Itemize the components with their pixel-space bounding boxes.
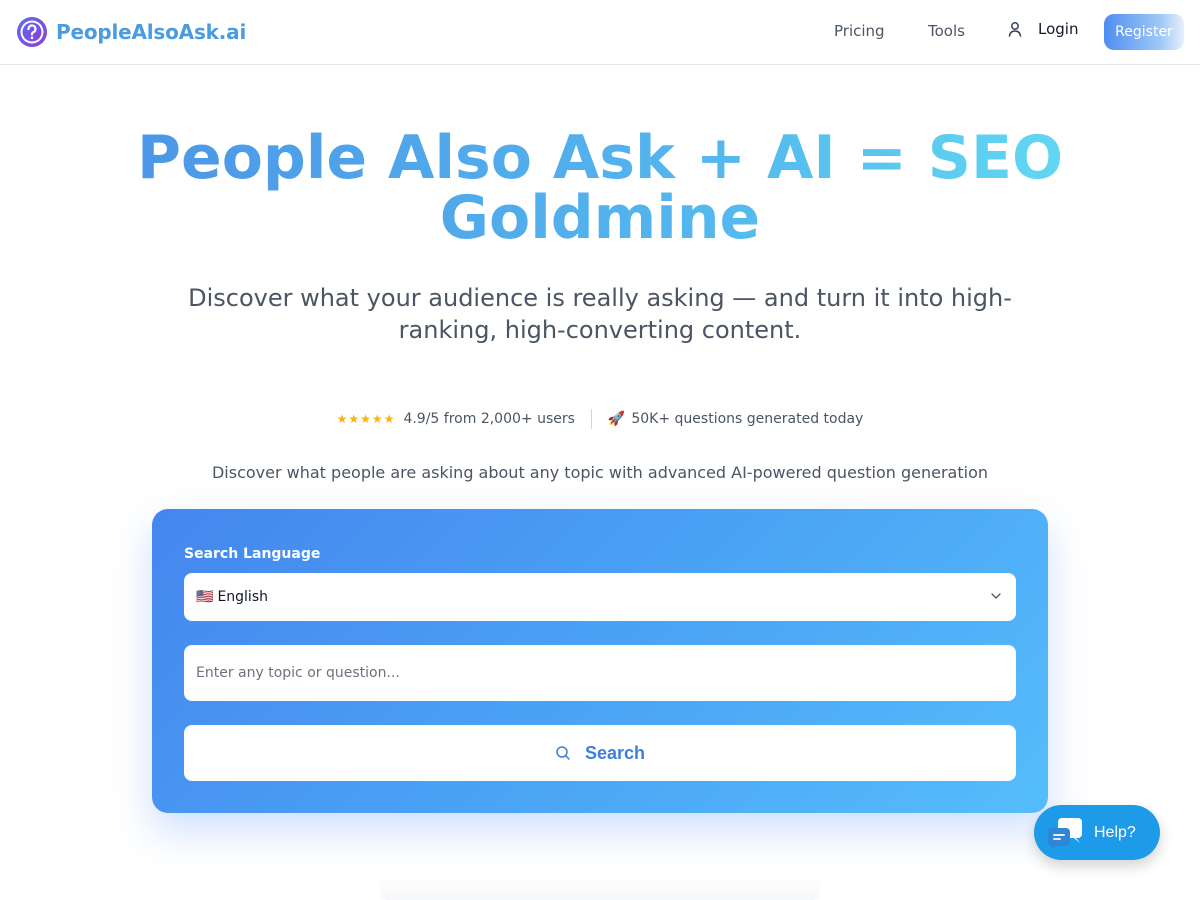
us-flag-icon: 🇺🇸 <box>196 589 214 605</box>
header: PeopleAlsoAsk.ai Pricing Tools Login Reg… <box>0 0 1200 65</box>
user-icon <box>1008 22 1022 37</box>
content-fade <box>380 875 820 900</box>
brand-logo[interactable]: PeopleAlsoAsk.ai <box>16 16 246 48</box>
rating-text: 4.9/5 from 2,000+ users <box>403 411 575 427</box>
hero-title-line-2: Goldmine <box>439 183 761 253</box>
brand-name: PeopleAlsoAsk.ai <box>56 20 247 44</box>
language-selected-value: English <box>217 589 268 605</box>
register-button[interactable]: Register <box>1104 14 1184 50</box>
chat-bubbles-icon <box>1048 817 1082 850</box>
search-icon <box>556 746 570 760</box>
search-button[interactable]: Search <box>184 725 1016 781</box>
question-circle-icon <box>17 17 47 47</box>
nav-tools[interactable]: Tools <box>928 22 965 40</box>
generated-text: 50K+ questions generated today <box>631 411 864 427</box>
help-label: Help? <box>1094 823 1136 841</box>
stats-bar: ★★★★★ 4.9/5 from 2,000+ users 🚀 50K+ que… <box>0 409 1200 429</box>
search-button-label: Search <box>584 742 646 763</box>
help-chat-button[interactable]: Help? <box>1034 805 1160 860</box>
login-label: Login <box>1038 20 1079 38</box>
language-select[interactable]: 🇺🇸 English <box>184 573 1016 621</box>
nav-pricing[interactable]: Pricing <box>834 22 885 40</box>
login-link[interactable]: Login <box>1006 20 1078 38</box>
tagline: Discover what people are asking about an… <box>211 463 988 482</box>
chevron-down-icon <box>991 593 1001 599</box>
hero-title: People Also Ask + AI = SEO Goldmine <box>0 128 1200 248</box>
hero-subtitle: Discover what your audience is really as… <box>188 284 1012 344</box>
rating-stars: ★★★★★ <box>336 412 396 426</box>
search-language-label: Search Language <box>184 546 321 562</box>
topic-search-input[interactable] <box>184 645 1016 701</box>
search-card: Search Language 🇺🇸 English Search <box>152 509 1048 813</box>
rocket-icon: 🚀 <box>607 411 626 427</box>
stats-divider <box>590 409 592 429</box>
